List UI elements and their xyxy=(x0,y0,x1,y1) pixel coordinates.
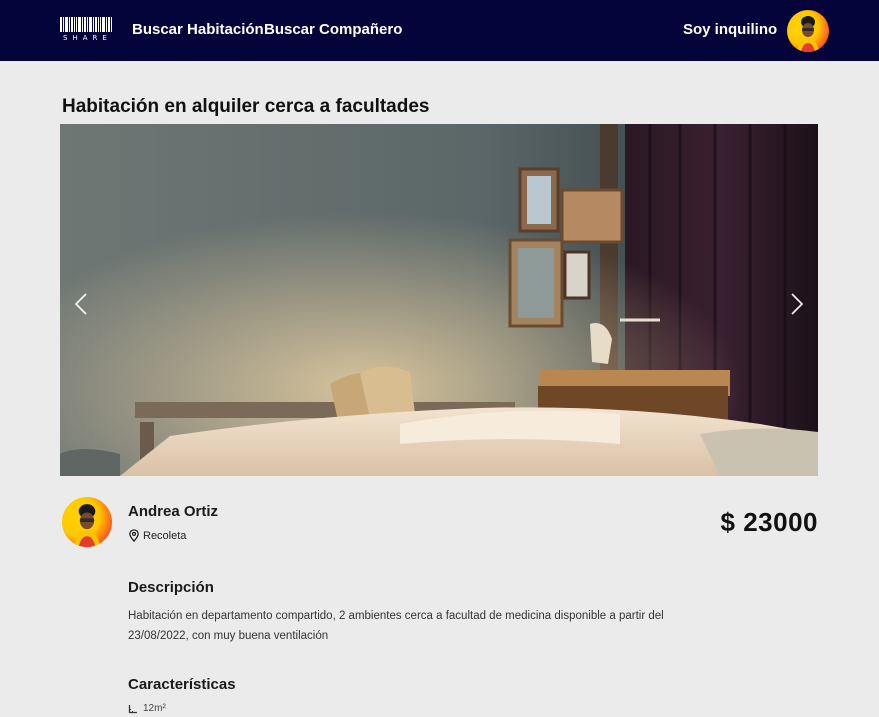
share-logo[interactable]: SHARE xyxy=(60,17,120,43)
logo-text: SHARE xyxy=(63,34,112,42)
top-navbar: SHARE Buscar Habitación Buscar Compañero… xyxy=(0,0,879,61)
description-text: Habitación en departamento compartido, 2… xyxy=(128,610,664,642)
nav-search-roommate-link[interactable]: Buscar Compañero xyxy=(264,21,402,38)
features-heading: Características xyxy=(128,676,236,693)
nav-role-link[interactable]: Soy inquilino xyxy=(683,21,777,38)
feature-label: 12m² xyxy=(143,703,166,714)
chevron-right-icon xyxy=(791,293,804,315)
chevron-left-icon xyxy=(74,293,87,315)
map-pin-icon xyxy=(129,529,139,542)
room-photo-carousel[interactable] xyxy=(60,124,818,476)
room-photo xyxy=(60,124,818,476)
user-avatar[interactable] xyxy=(787,10,829,52)
owner-avatar[interactable] xyxy=(62,497,112,547)
barcode-logo-icon xyxy=(60,17,120,32)
carousel-next-button[interactable] xyxy=(782,284,810,324)
price-label: $ 23000 xyxy=(720,507,818,537)
area-icon xyxy=(128,704,137,713)
location-label: Recoleta xyxy=(143,529,187,542)
user-avatar-illustration xyxy=(797,16,819,52)
listing-title: Habitación en alquiler cerca a facultade… xyxy=(62,96,430,117)
description-heading: Descripción xyxy=(128,579,214,596)
carousel-prev-button[interactable] xyxy=(68,284,96,324)
location-info: Recoleta xyxy=(128,529,186,542)
feature-item-area: 12m² xyxy=(128,703,166,714)
nav-search-room-link[interactable]: Buscar Habitación xyxy=(132,21,264,38)
owner-name[interactable]: Andrea Ortiz xyxy=(128,503,218,520)
owner-avatar-illustration xyxy=(73,504,101,547)
